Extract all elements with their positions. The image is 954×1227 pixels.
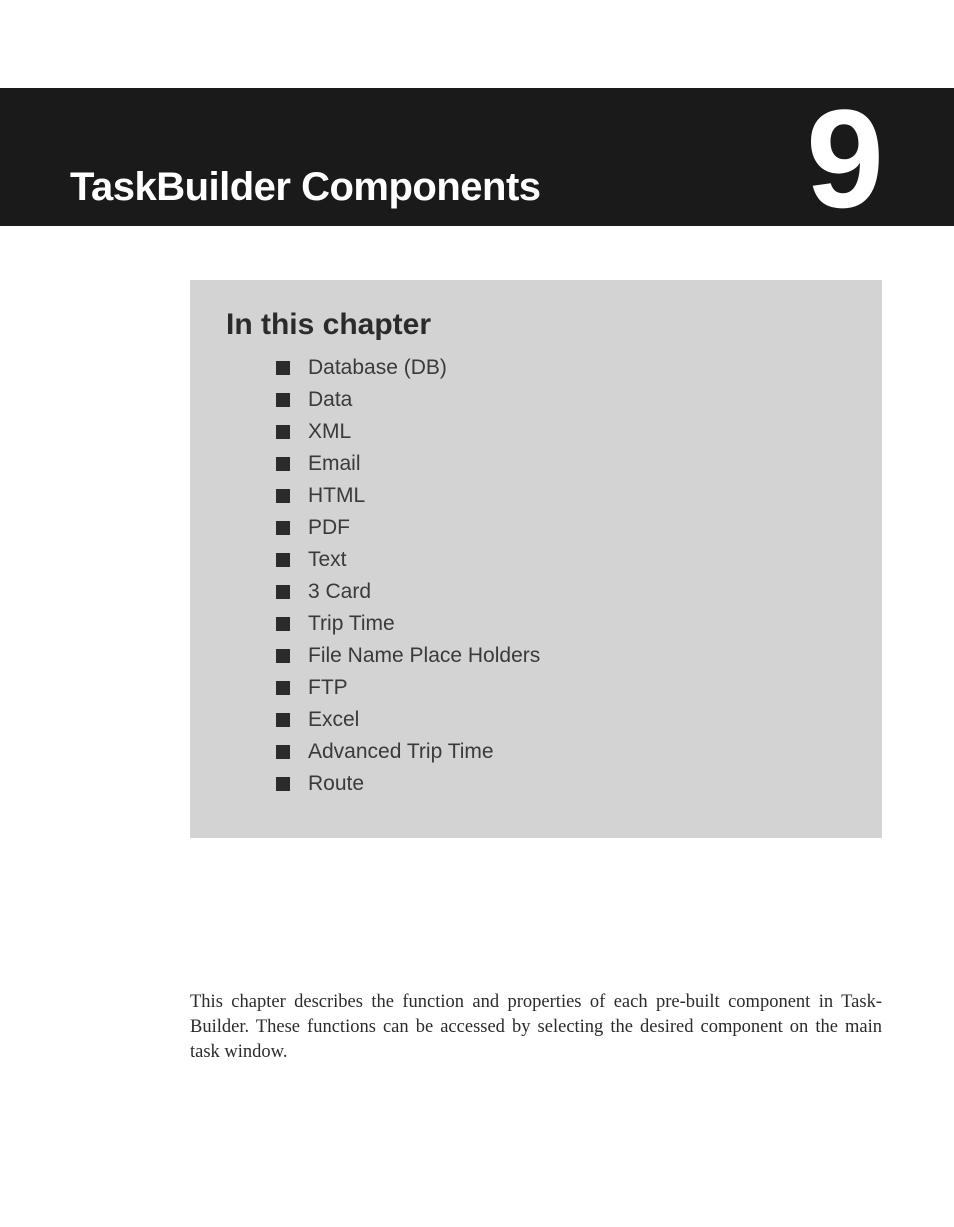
list-item: Trip Time [276, 612, 846, 636]
list-item-label: File Name Place Holders [308, 644, 540, 668]
list-item: PDF [276, 516, 846, 540]
bullet-icon [276, 713, 290, 727]
chapter-topic-list: Database (DB) Data XML Email HTML PDF Te… [226, 356, 846, 796]
chapter-header: TaskBuilder Components 9 [0, 88, 954, 226]
list-item: Email [276, 452, 846, 476]
in-this-chapter-box: In this chapter Database (DB) Data XML E… [190, 280, 882, 838]
list-item-label: Data [308, 388, 352, 412]
bullet-icon [276, 649, 290, 663]
list-item: FTP [276, 676, 846, 700]
bullet-icon [276, 521, 290, 535]
chapter-number: 9 [806, 97, 884, 220]
bullet-icon [276, 457, 290, 471]
in-this-chapter-heading: In this chapter [226, 308, 846, 342]
bullet-icon [276, 585, 290, 599]
list-item: Data [276, 388, 846, 412]
list-item-label: Advanced Trip Time [308, 740, 494, 764]
bullet-icon [276, 361, 290, 375]
bullet-icon [276, 425, 290, 439]
list-item-label: 3 Card [308, 580, 371, 604]
bullet-icon [276, 745, 290, 759]
list-item: XML [276, 420, 846, 444]
list-item: HTML [276, 484, 846, 508]
list-item: Text [276, 548, 846, 572]
list-item-label: Excel [308, 708, 359, 732]
list-item: Advanced Trip Time [276, 740, 846, 764]
body-paragraph: This chapter describes the function and … [190, 990, 882, 1065]
list-item-label: HTML [308, 484, 365, 508]
bullet-icon [276, 617, 290, 631]
list-item-label: Trip Time [308, 612, 395, 636]
bullet-icon [276, 553, 290, 567]
list-item-label: PDF [308, 516, 350, 540]
list-item-label: Email [308, 452, 361, 476]
list-item-label: Route [308, 772, 364, 796]
list-item: Database (DB) [276, 356, 846, 380]
list-item-label: FTP [308, 676, 348, 700]
bullet-icon [276, 777, 290, 791]
list-item: File Name Place Holders [276, 644, 846, 668]
bullet-icon [276, 489, 290, 503]
bullet-icon [276, 393, 290, 407]
bullet-icon [276, 681, 290, 695]
list-item: Route [276, 772, 846, 796]
chapter-title: TaskBuilder Components [70, 165, 541, 210]
list-item-label: Text [308, 548, 347, 572]
list-item: Excel [276, 708, 846, 732]
list-item: 3 Card [276, 580, 846, 604]
list-item-label: Database (DB) [308, 356, 447, 380]
list-item-label: XML [308, 420, 351, 444]
